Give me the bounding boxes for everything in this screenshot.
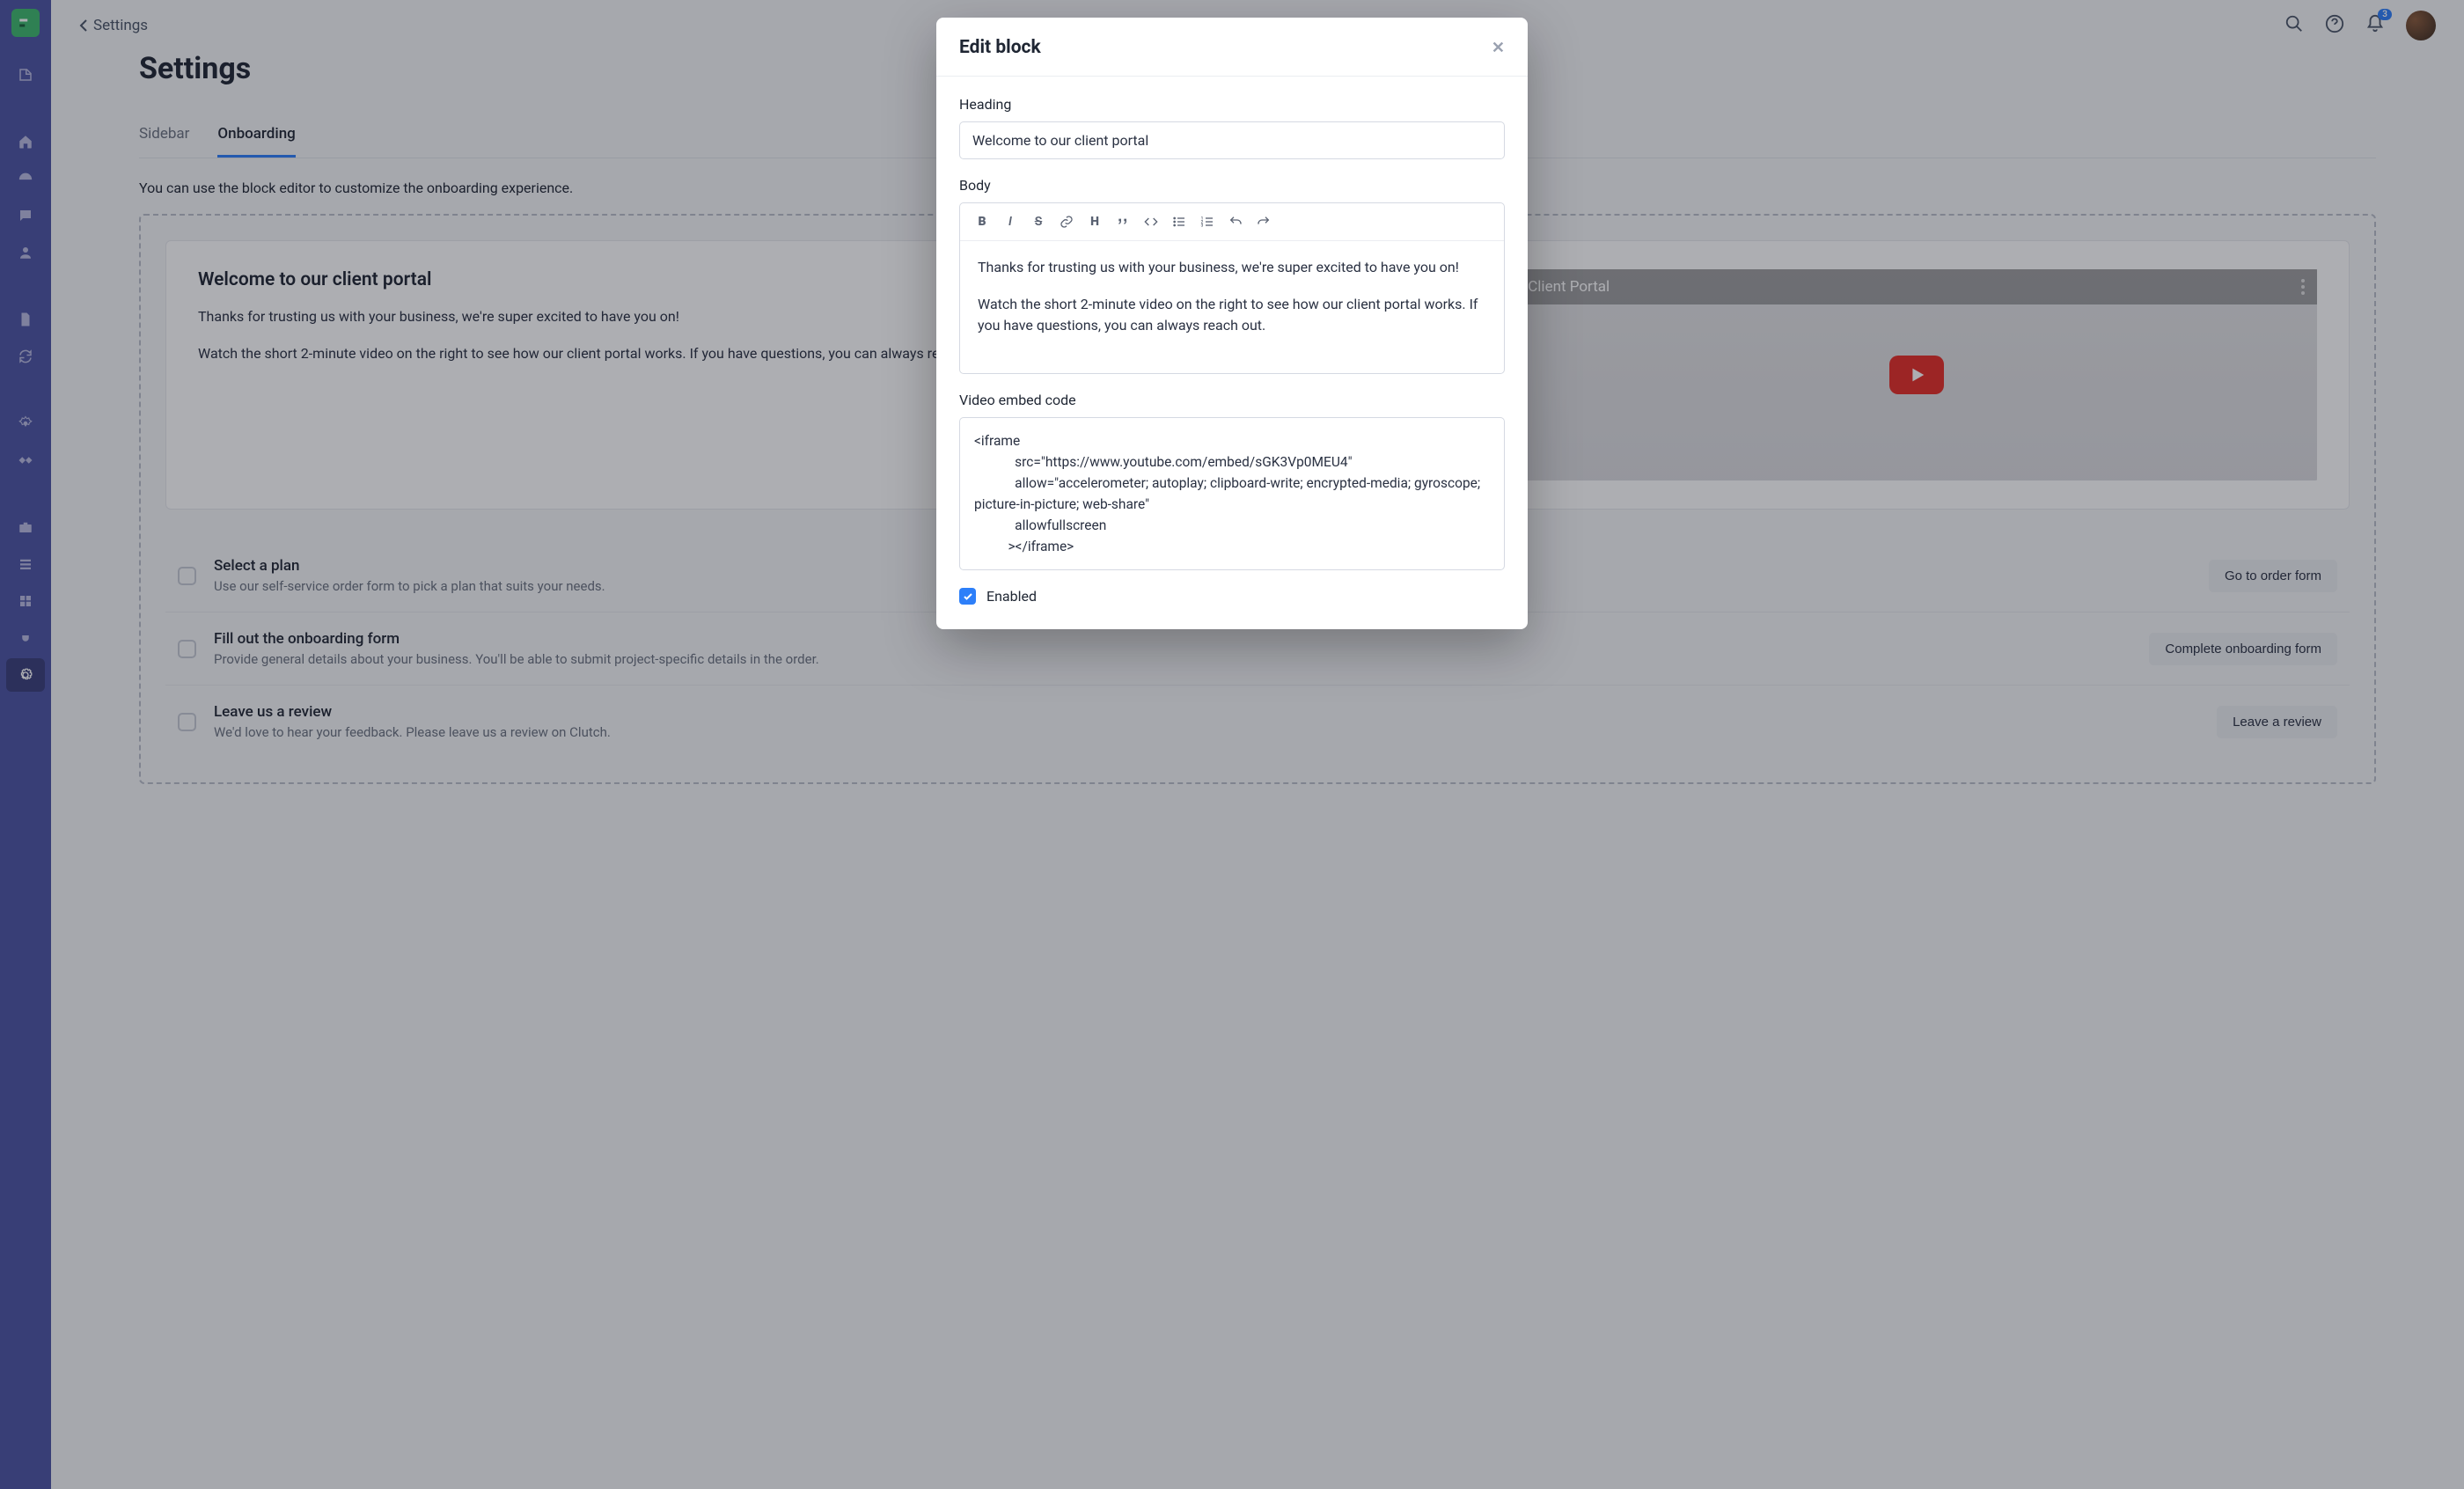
ol-icon[interactable]: 123 [1196,210,1219,233]
heading-icon[interactable]: H [1083,210,1106,233]
field-video: Video embed code <iframe src="https://ww… [959,392,1505,570]
editor-content[interactable]: Thanks for trusting us with your busines… [960,241,1504,373]
bold-icon[interactable]: B [971,210,994,233]
italic-icon[interactable]: I [999,210,1022,233]
body-p1: Thanks for trusting us with your busines… [978,257,1486,278]
enabled-row: Enabled [959,588,1505,605]
quote-icon[interactable] [1111,210,1134,233]
ul-icon[interactable] [1168,210,1191,233]
modal-scrim[interactable]: Edit block ✕ Heading Body B I S H [0,0,2464,1489]
field-body: Body B I S H 123 [959,177,1505,374]
undo-icon[interactable] [1224,210,1247,233]
heading-input[interactable] [959,121,1505,159]
field-heading: Heading [959,96,1505,159]
redo-icon[interactable] [1252,210,1275,233]
body-label: Body [959,177,1505,194]
enabled-label: Enabled [986,588,1037,605]
heading-label: Heading [959,96,1505,113]
editor-toolbar: B I S H 123 [960,203,1504,241]
close-icon[interactable]: ✕ [1492,39,1505,57]
svg-text:3: 3 [1201,223,1204,228]
modal-title: Edit block [959,37,1041,58]
modal-header: Edit block ✕ [936,18,1528,77]
modal-body: Heading Body B I S H 123 [936,77,1528,629]
code-icon[interactable] [1140,210,1162,233]
video-label: Video embed code [959,392,1505,408]
edit-block-modal: Edit block ✕ Heading Body B I S H [936,18,1528,629]
strike-icon[interactable]: S [1027,210,1050,233]
enabled-checkbox[interactable] [959,588,976,605]
video-embed-input[interactable]: <iframe src="https://www.youtube.com/emb… [959,417,1505,570]
rich-text-editor: B I S H 123 Thanks for trusting us with [959,202,1505,374]
link-icon[interactable] [1055,210,1078,233]
body-p2: Watch the short 2-minute video on the ri… [978,294,1486,336]
